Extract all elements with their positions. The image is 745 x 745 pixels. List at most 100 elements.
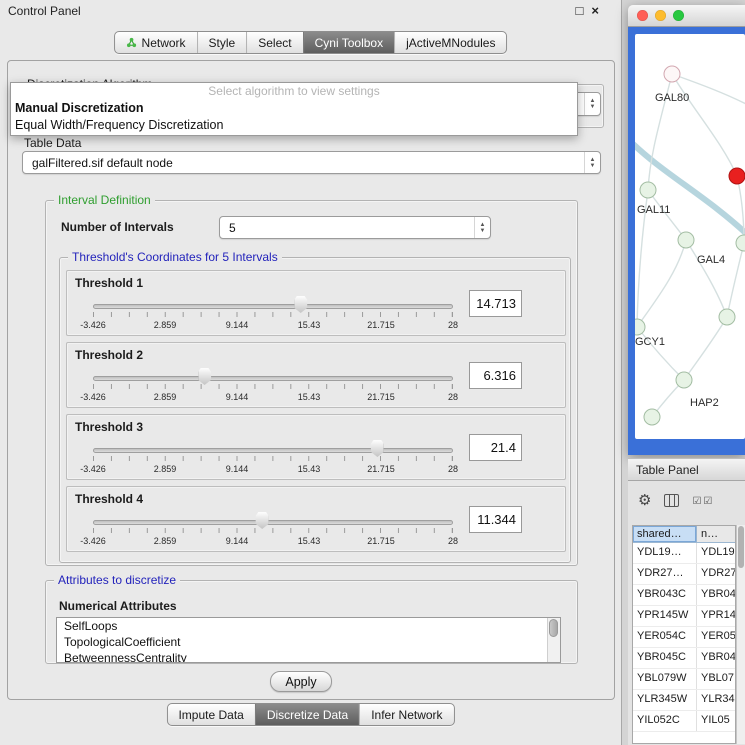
threshold-1-value-field[interactable]: 14.713 xyxy=(469,290,522,317)
tab-cyni-toolbox[interactable]: Cyni Toolbox xyxy=(303,32,394,53)
table-rows: YDL19…YDL19YDR27…YDR27YBR043CYBR04YPR145… xyxy=(633,543,735,732)
threshold-3-slider[interactable]: -3.4262.8599.14415.4321.71528 xyxy=(93,439,453,479)
network-edge[interactable] xyxy=(686,240,727,317)
column-header-1[interactable]: shared… xyxy=(633,526,697,542)
apply-button[interactable]: Apply xyxy=(270,671,332,692)
network-node-plain[interactable] xyxy=(676,372,692,388)
column-visibility-icons[interactable]: ☑☑ xyxy=(692,491,714,509)
network-edge[interactable] xyxy=(727,243,744,317)
table-row[interactable]: YBL079WYBL07 xyxy=(633,669,735,690)
slider-track xyxy=(93,376,453,381)
threshold-3-value-field[interactable]: 21.4 xyxy=(469,434,522,461)
numerical-attributes-list[interactable]: SelfLoopsTopologicalCoefficientBetweenne… xyxy=(56,617,561,663)
threshold-1-slider[interactable]: -3.4262.8599.14415.4321.71528 xyxy=(93,295,453,335)
slider-tick-label: 21.715 xyxy=(367,392,395,402)
network-node-plain[interactable] xyxy=(719,309,735,325)
close-window-icon[interactable]: × xyxy=(591,4,599,18)
tab-style[interactable]: Style xyxy=(197,32,247,53)
threshold-2-value-field[interactable]: 6.316 xyxy=(469,362,522,389)
network-window-titlebar[interactable] xyxy=(628,5,745,27)
tab-jactivemnodules[interactable]: jActiveMNodules xyxy=(394,32,506,53)
number-of-intervals-label: Number of Intervals xyxy=(61,220,174,234)
table-row[interactable]: YBR045CYBR04 xyxy=(633,648,735,669)
zoom-traffic-light[interactable] xyxy=(673,10,684,21)
close-traffic-light[interactable] xyxy=(637,10,648,21)
window-buttons: □ × xyxy=(576,4,599,18)
minimize-traffic-light[interactable] xyxy=(655,10,666,21)
network-node-pink[interactable] xyxy=(664,66,680,82)
slider-ticks xyxy=(93,312,453,317)
tab-label: Impute Data xyxy=(178,708,243,722)
slider-track xyxy=(93,304,453,309)
table-vertical-scrollbar[interactable] xyxy=(736,525,745,744)
slider-tick-label: 21.715 xyxy=(367,320,395,330)
scrollbar-thumb[interactable] xyxy=(738,526,744,568)
table-panel-header: Table Panel xyxy=(628,458,745,481)
stepper-down-icon: ▼ xyxy=(590,163,596,169)
network-node-red[interactable] xyxy=(729,168,745,184)
attribute-item-topologicalcoefficient[interactable]: TopologicalCoefficient xyxy=(57,634,560,650)
bottom-tab-bar: Impute Data Discretize DataInfer Network xyxy=(166,703,454,726)
checkbox-icon: ☑ xyxy=(692,496,701,507)
float-window-icon[interactable]: □ xyxy=(576,4,584,18)
network-edge[interactable] xyxy=(672,74,737,176)
threshold-2-slider[interactable]: -3.4262.8599.14415.4321.71528 xyxy=(93,367,453,407)
network-window: GAL80GAL11GAL4GCY1HAP2 xyxy=(628,5,745,455)
table-row[interactable]: YLR345WYLR34 xyxy=(633,690,735,711)
table-cell-name: YBR04 xyxy=(697,585,735,605)
table-cell-shared-name: YBL079W xyxy=(633,669,697,689)
threshold-4-value-field[interactable]: 11.344 xyxy=(469,506,522,533)
network-node-label: GAL80 xyxy=(655,92,689,104)
network-edge[interactable] xyxy=(637,240,686,327)
slider-tick-label: 21.715 xyxy=(367,464,395,474)
table-row[interactable]: YDL19…YDL19 xyxy=(633,543,735,564)
table-row[interactable]: YER054CYER05 xyxy=(633,627,735,648)
network-edge[interactable] xyxy=(637,327,684,380)
tab-network[interactable]: Network xyxy=(115,32,197,53)
slider-tick-label: 2.859 xyxy=(154,392,177,402)
scrollbar-thumb[interactable] xyxy=(549,619,558,637)
network-edge[interactable] xyxy=(684,317,727,380)
attributes-to-discretize-group: Attributes to discretize Numerical Attri… xyxy=(45,580,578,664)
slider-thumb[interactable] xyxy=(198,368,211,385)
threshold-panel-1: Threshold 1-3.4262.8599.14415.4321.71528… xyxy=(66,270,566,336)
table-data-combo[interactable]: galFiltered.sif default node ▲ ▼ xyxy=(22,151,601,174)
network-node-label: GCY1 xyxy=(635,336,665,348)
column-header-2[interactable]: n… xyxy=(697,526,735,542)
gear-icon[interactable]: ⚙ xyxy=(638,493,651,508)
table-row[interactable]: YIL052CYIL05 xyxy=(633,711,735,732)
table-row[interactable]: YBR043CYBR04 xyxy=(633,585,735,606)
interval-definition-group: Interval Definition Number of Intervals … xyxy=(45,200,578,566)
list-scrollbar[interactable] xyxy=(547,618,560,662)
network-node-plain[interactable] xyxy=(736,235,745,251)
slider-tick-label: 28 xyxy=(448,464,458,474)
threshold-4-slider[interactable]: -3.4262.8599.14415.4321.71528 xyxy=(93,511,453,551)
network-node-plain[interactable] xyxy=(644,409,660,425)
algorithm-option-equal-width-frequency-discretization[interactable]: Equal Width/Frequency Discretization xyxy=(11,117,577,134)
attribute-item-betweennesscentrality[interactable]: BetweennessCentrality xyxy=(57,650,560,663)
network-node-plain[interactable] xyxy=(678,232,694,248)
tab-select[interactable]: Select xyxy=(246,32,302,53)
network-node-plain[interactable] xyxy=(635,319,645,335)
network-node-label: GAL11 xyxy=(637,204,670,216)
number-of-intervals-combo[interactable]: 5 ▲ ▼ xyxy=(219,216,491,239)
tab-infer-network[interactable]: Infer Network xyxy=(359,704,453,725)
control-panel-title: Control Panel xyxy=(8,4,81,18)
threshold-label: Threshold 3 xyxy=(75,420,143,434)
table-cell-shared-name: YDR27… xyxy=(633,564,697,584)
network-view-frame: GAL80GAL11GAL4GCY1HAP2 xyxy=(628,27,745,455)
table-row[interactable]: YDR27…YDR27 xyxy=(633,564,735,585)
tab-discretize-data[interactable]: Discretize Data xyxy=(255,704,359,725)
columns-icon[interactable] xyxy=(664,494,679,507)
table-row[interactable]: YPR145WYPR14 xyxy=(633,606,735,627)
algorithm-option-manual-discretization[interactable]: Manual Discretization xyxy=(11,100,577,117)
table-cell-name: YER05 xyxy=(697,627,735,647)
network-canvas[interactable]: GAL80GAL11GAL4GCY1HAP2 xyxy=(635,34,745,439)
network-node-plain[interactable] xyxy=(640,182,656,198)
slider-thumb[interactable] xyxy=(371,440,384,457)
slider-thumb[interactable] xyxy=(256,512,269,529)
tab-impute-data[interactable]: Impute Data xyxy=(167,704,254,725)
slider-thumb[interactable] xyxy=(294,296,307,313)
attribute-item-selfloops[interactable]: SelfLoops xyxy=(57,618,560,634)
slider-ticks xyxy=(93,384,453,389)
